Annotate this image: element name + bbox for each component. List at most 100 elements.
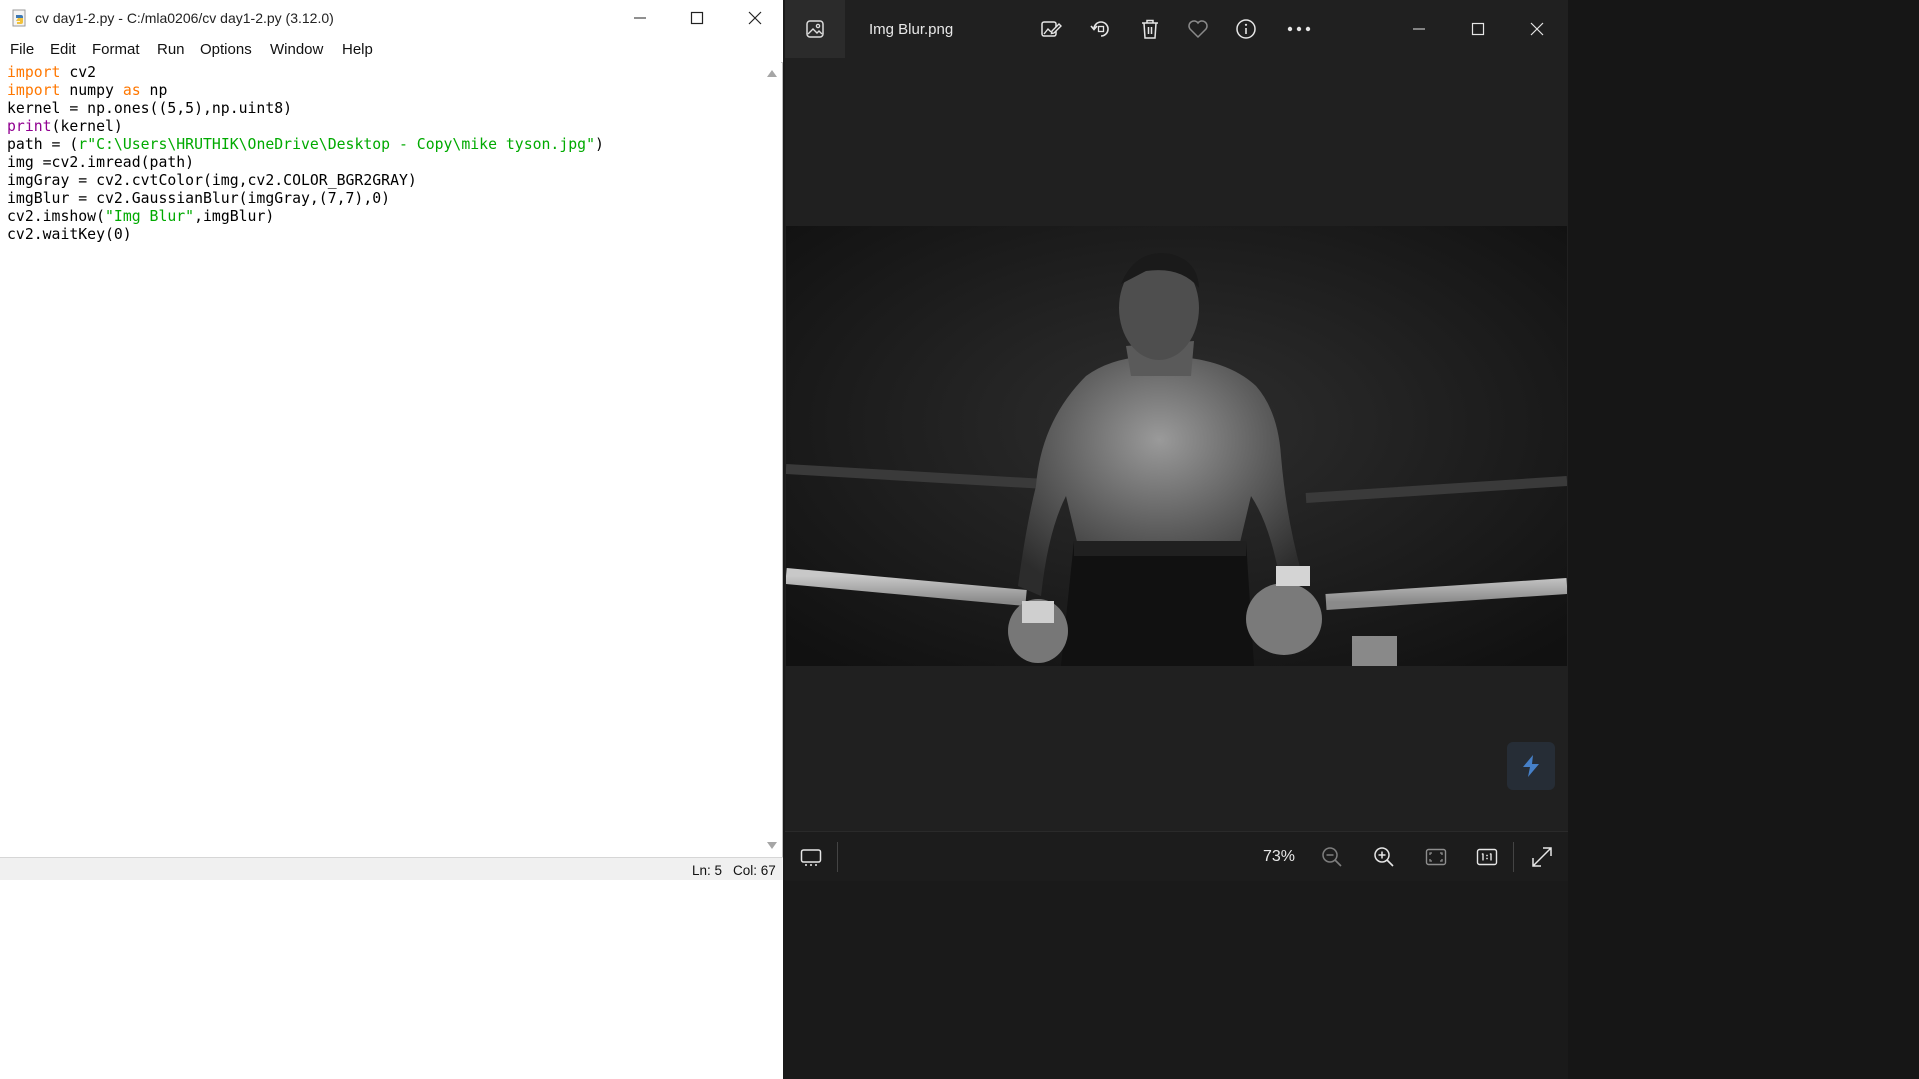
code-token: (kernel): [51, 118, 123, 135]
quick-action-button[interactable]: [1507, 742, 1555, 790]
full-screen-button[interactable]: [1529, 844, 1555, 870]
menu-file[interactable]: File: [10, 41, 34, 58]
code-line[interactable]: cv2.waitKey(0): [7, 226, 604, 244]
filmstrip-button[interactable]: [798, 844, 824, 870]
desktop-background: [1568, 0, 1919, 1079]
zoom-in-button[interactable]: [1371, 844, 1397, 870]
menu-run[interactable]: Run: [157, 41, 185, 58]
edit-image-icon: [1041, 21, 1062, 37]
code-line[interactable]: path = (r"C:\Users\HRUTHIK\OneDrive\Desk…: [7, 136, 604, 154]
code-token: path = (: [7, 136, 79, 153]
maximize-button[interactable]: [669, 0, 725, 36]
menu-format[interactable]: Format: [92, 41, 140, 58]
code-token: cv2.waitKey(0): [7, 226, 132, 243]
viewer-close-button[interactable]: [1509, 3, 1565, 55]
code-token: numpy: [60, 82, 123, 99]
actual-size-button[interactable]: [1474, 844, 1500, 870]
bottom-divider: [1513, 842, 1514, 872]
delete-icon: [1142, 19, 1158, 39]
close-icon: [748, 11, 762, 25]
file-name: Img Blur.png: [869, 21, 954, 38]
desktop-below-viewer: [785, 881, 1568, 1079]
fit-to-window-button[interactable]: [1423, 844, 1449, 870]
minimize-button[interactable]: [612, 0, 668, 36]
window-bottom-area: [0, 880, 783, 1079]
maximize-icon: [690, 11, 704, 25]
zoom-level: 73%: [1263, 848, 1296, 865]
code-token: ,imgBlur): [194, 208, 275, 225]
minimize-icon: [1413, 28, 1425, 30]
keyword-token: import: [7, 64, 61, 81]
code-token: cv2.imshow(: [7, 208, 105, 225]
image-canvas[interactable]: [785, 58, 1568, 831]
gallery-button[interactable]: [785, 0, 845, 58]
zoom-out-button[interactable]: [1319, 844, 1345, 870]
menu-help[interactable]: Help: [342, 41, 373, 58]
menu-window[interactable]: Window: [270, 41, 323, 58]
info-icon: [1236, 19, 1256, 39]
line-number: Ln: 5: [692, 863, 723, 878]
close-button[interactable]: [727, 0, 783, 36]
filmstrip-icon: [800, 849, 822, 866]
vertical-scrollbar[interactable]: [763, 62, 781, 857]
code-line[interactable]: cv2.imshow("Img Blur",imgBlur): [7, 208, 604, 226]
sparkle-app-icon: [1523, 755, 1539, 777]
python-file-icon: [12, 9, 26, 27]
idle-editor-window: cv day1-2.py - C:/mla0206/cv day1-2.py (…: [0, 0, 783, 1079]
string-token: r"C:\Users\HRUTHIK\OneDrive\Desktop - Co…: [78, 136, 595, 153]
viewer-maximize-button[interactable]: [1450, 3, 1506, 55]
favorite-button[interactable]: [1184, 15, 1212, 43]
window-title: cv day1-2.py - C:/mla0206/cv day1-2.py (…: [35, 10, 334, 26]
photo-viewer-window: Img Blur.png 73%: [785, 0, 1568, 1079]
minimize-icon: [634, 17, 646, 19]
rotate-button[interactable]: [1087, 15, 1115, 43]
viewer-minimize-button[interactable]: [1391, 3, 1447, 55]
code-line[interactable]: kernel = np.ones((5,5),np.uint8): [7, 100, 604, 118]
zoom-in-icon: [1374, 847, 1394, 867]
keyword-token: as: [122, 82, 141, 99]
close-icon: [1530, 22, 1544, 36]
code-text[interactable]: import cv2 import numpy as np kernel = np.…: [7, 64, 604, 244]
info-button[interactable]: [1232, 15, 1260, 43]
boxer-photo[interactable]: [786, 226, 1567, 666]
status-bar: Ln: 5 Col: 67: [0, 857, 783, 880]
code-token: ): [594, 136, 604, 153]
full-screen-icon: [1532, 847, 1552, 867]
menu-bar: File Edit Format Run Options Window Help: [0, 36, 783, 63]
viewer-bottom-bar: 73%: [785, 831, 1568, 882]
code-line[interactable]: imgGray = cv2.cvtColor(img,cv2.COLOR_BGR…: [7, 172, 604, 190]
actual-size-icon: [1476, 848, 1498, 866]
more-icon: [1287, 26, 1311, 32]
code-token: imgBlur = cv2.GaussianBlur(imgGray,(7,7)…: [7, 190, 391, 207]
menu-options[interactable]: Options: [200, 41, 252, 58]
code-token: kernel = np.ones((5,5),np.uint8): [7, 100, 293, 117]
favorite-heart-icon: [1188, 20, 1208, 39]
menu-edit[interactable]: Edit: [50, 41, 76, 58]
column-number: Col: 67: [733, 863, 776, 878]
code-token: cv2: [60, 64, 97, 81]
code-line[interactable]: imgBlur = cv2.GaussianBlur(imgGray,(7,7)…: [7, 190, 604, 208]
bottom-divider: [837, 842, 838, 872]
string-token: "Img Blur": [105, 208, 195, 225]
fit-to-window-icon: [1425, 848, 1447, 866]
builtin-token: print: [7, 118, 52, 135]
viewer-toolbar: Img Blur.png: [785, 0, 1568, 58]
more-options-button[interactable]: [1285, 15, 1313, 43]
code-token: np: [140, 82, 168, 99]
edit-image-button[interactable]: [1037, 15, 1065, 43]
gallery-icon: [806, 20, 824, 38]
maximize-icon: [1471, 22, 1485, 36]
code-line[interactable]: import cv2: [7, 64, 604, 82]
code-line[interactable]: img =cv2.imread(path): [7, 154, 604, 172]
rotate-icon: [1090, 21, 1109, 37]
scroll-up-arrow-icon[interactable]: [767, 69, 777, 77]
zoom-out-icon: [1322, 847, 1342, 867]
code-token: img =cv2.imread(path): [7, 154, 195, 171]
code-editor[interactable]: import cv2 import numpy as np kernel = np.…: [0, 62, 763, 857]
code-line[interactable]: import numpy as np: [7, 82, 604, 100]
idle-title-bar[interactable]: cv day1-2.py - C:/mla0206/cv day1-2.py (…: [0, 0, 783, 37]
code-token: imgGray = cv2.cvtColor(img,cv2.COLOR_BGR…: [7, 172, 417, 189]
delete-button[interactable]: [1136, 15, 1164, 43]
code-line[interactable]: print(kernel): [7, 118, 604, 136]
scroll-down-arrow-icon[interactable]: [767, 842, 777, 850]
